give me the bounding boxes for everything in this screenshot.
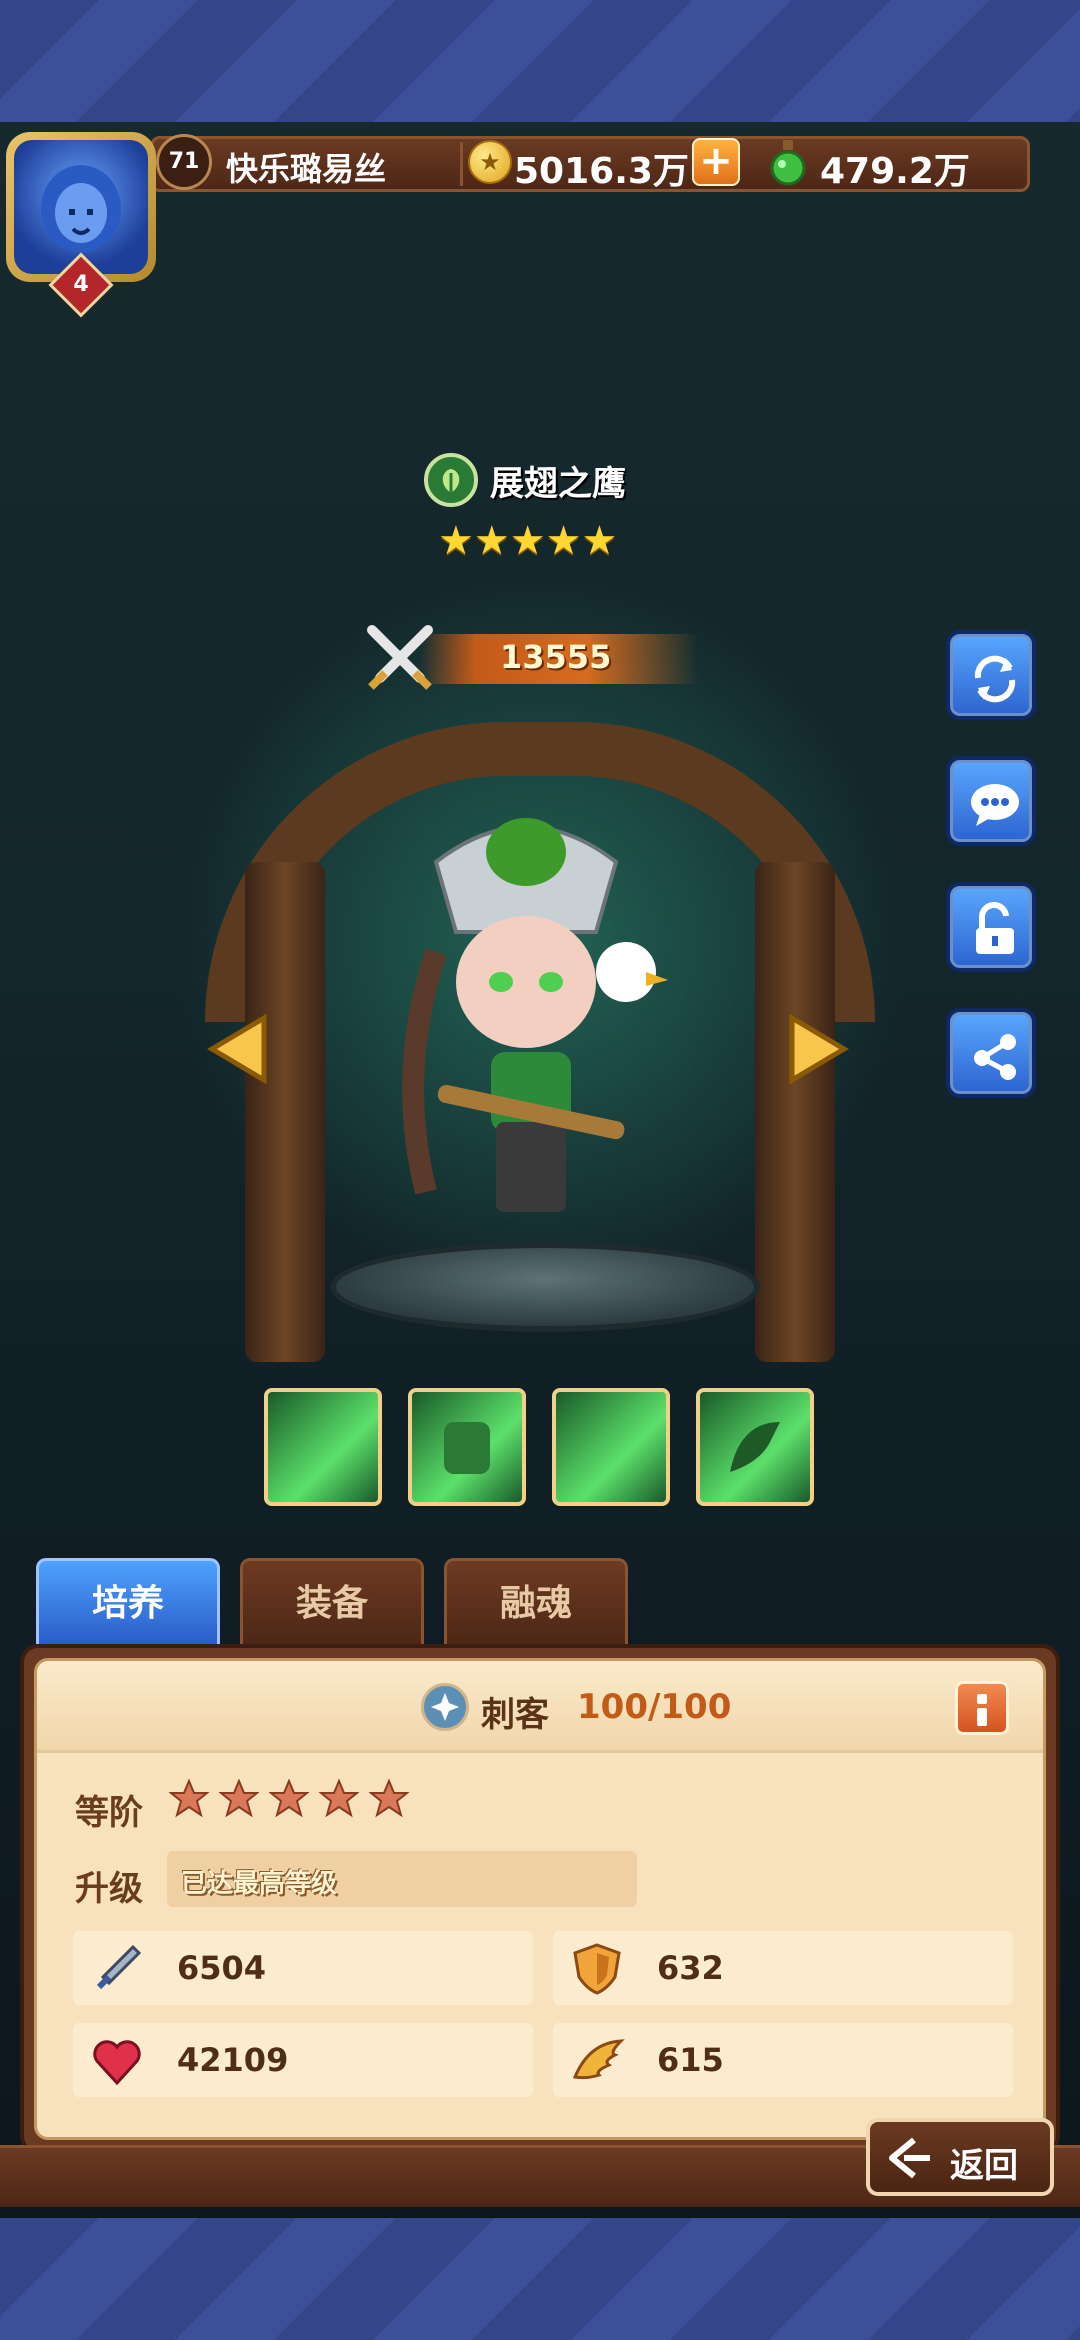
swap-hero-button[interactable] [946,630,1036,720]
gate-pillar-right [755,862,835,1362]
class-name: 刺客 [481,1695,549,1735]
upgrade-status: 已达最高等级 [181,1869,338,1899]
hp-value: 42109 [177,2041,289,2079]
speed-value: 615 [657,2041,724,2079]
unlock-icon [976,902,1014,954]
panel-content: 刺客 100/100 等阶 升级 已达最高等级 6504 632 42109 6… [34,1658,1046,2140]
wing-icon [572,2039,625,2080]
gold-coin-icon: ★ [468,140,512,184]
tab-equipment[interactable]: 装备 [240,1558,424,1644]
potion-amount: 479.2万 [820,151,970,192]
class-header: 刺客 100/100 [37,1661,1043,1753]
assassin-class-icon [421,1683,469,1731]
back-label: 返回 [950,2146,1018,2186]
gold-amount: 5016.3万 [514,151,689,192]
potion-icon [768,138,808,186]
next-hero-arrow[interactable] [786,1012,854,1086]
hero-title: 展翅之鹰 [424,452,626,508]
defense-value: 632 [657,1949,724,1987]
info-button[interactable] [955,1681,1009,1735]
crossed-swords-icon [360,618,440,698]
bottom-frame-band [0,2218,1080,2340]
stat-defense: 632 [553,1931,1013,2005]
share-icon [974,1034,1016,1080]
cultivate-panel: 刺客 100/100 等阶 升级 已达最高等级 6504 632 42109 6… [20,1644,1060,2154]
hero-name: 展翅之鹰 [490,463,626,504]
sword-icon [96,1944,142,1990]
stat-attack: 6504 [73,1931,533,2005]
grade-star-icon [269,1779,309,1818]
share-button[interactable] [946,1008,1036,1098]
grade-star-icon [369,1779,409,1818]
chat-bubble-icon [971,784,1019,826]
skill-3-icon[interactable] [552,1388,670,1506]
hero-star-rating: ★★★★★ [438,518,618,564]
attack-value: 6504 [177,1949,267,1987]
tab-cultivate[interactable]: 培养 [36,1558,220,1644]
prev-hero-arrow[interactable] [202,1012,270,1086]
hero-power: 13555 [500,638,612,676]
stat-speed: 615 [553,2023,1013,2097]
hero-tabs: 培养 装备 融魂 [36,1558,628,1644]
skill-2-fist-icon[interactable] [408,1388,526,1506]
skill-1-icon[interactable] [264,1388,382,1506]
player-name: 快乐璐易丝 [226,150,387,188]
shield-icon [573,1943,621,1995]
hero-character-image[interactable] [376,772,676,1272]
grade-stars [169,1779,409,1819]
lock-button[interactable] [946,882,1036,972]
back-arrow-icon [889,2137,930,2179]
back-button[interactable]: 返回 [866,2118,1054,2196]
grade-star-icon [319,1779,359,1818]
player-avatar[interactable]: 4 [6,132,156,318]
grade-star-icon [219,1779,259,1818]
skill-4-eagle-icon[interactable] [696,1388,814,1506]
refresh-icon [974,655,1016,703]
upgrade-label: 升级 [75,1869,143,1909]
game-screen: 4 71 快乐璐易丝 ★ 5016.3万 + 479.2万 展翅之鹰 ★★★★★ [0,122,1080,2218]
stat-hp: 42109 [73,2023,533,2097]
leaf-icon [424,453,478,507]
grade-label: 等阶 [75,1793,143,1833]
tab-soul-fusion[interactable]: 融魂 [444,1558,628,1644]
class-progress: 100/100 [577,1687,732,1727]
top-frame-band [0,0,1080,122]
skill-bar [264,1388,814,1506]
heart-icon [93,2040,141,2086]
bar-divider [460,142,463,186]
add-gold-button[interactable]: + [692,138,740,186]
grade-star-icon [169,1779,209,1818]
comment-button[interactable] [946,756,1036,846]
gate-pillar-left [245,862,325,1362]
player-level: 71 [156,134,212,190]
